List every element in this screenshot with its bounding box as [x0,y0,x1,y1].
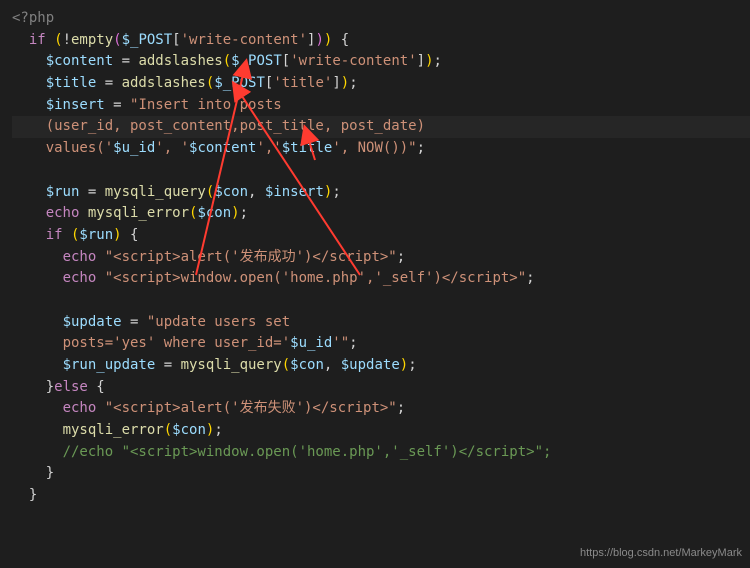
code-line: echo "<script>alert('发布失败')</script>"; [12,398,750,420]
blank-line [12,290,750,312]
blank-line [12,160,750,182]
code-line: }else { [12,377,750,399]
code-line: $insert = "Insert into posts [12,95,750,117]
code-line: echo mysqli_error($con); [12,203,750,225]
code-line: echo "<script>alert('发布成功')</script>"; [12,247,750,269]
php-open-tag: <?php [12,10,54,26]
code-line: $title = addslashes($_POST['title']); [12,73,750,95]
code-line-highlighted: (user_id, post_content,post_title, post_… [12,116,750,138]
code-line: values('$u_id', '$content','$title', NOW… [12,138,750,160]
code-line: echo "<script>window.open('home.php','_s… [12,268,750,290]
code-line: if (!empty($_POST['write-content'])) { [12,30,750,52]
code-line: <?php [12,8,750,30]
code-line: } [12,463,750,485]
code-line: $content = addslashes($_POST['write-cont… [12,51,750,73]
code-line: //echo "<script>window.open('home.php','… [12,442,750,464]
code-line: $run_update = mysqli_query($con, $update… [12,355,750,377]
watermark: https://blog.csdn.net/MarkeyMark [580,545,742,562]
code-editor: <?php if (!empty($_POST['write-content']… [0,0,750,568]
code-line: mysqli_error($con); [12,420,750,442]
code-line: } [12,485,750,507]
code-line: posts='yes' where user_id='$u_id'"; [12,333,750,355]
code-line: $run = mysqli_query($con, $insert); [12,182,750,204]
code-line: $update = "update users set [12,312,750,334]
code-line: if ($run) { [12,225,750,247]
